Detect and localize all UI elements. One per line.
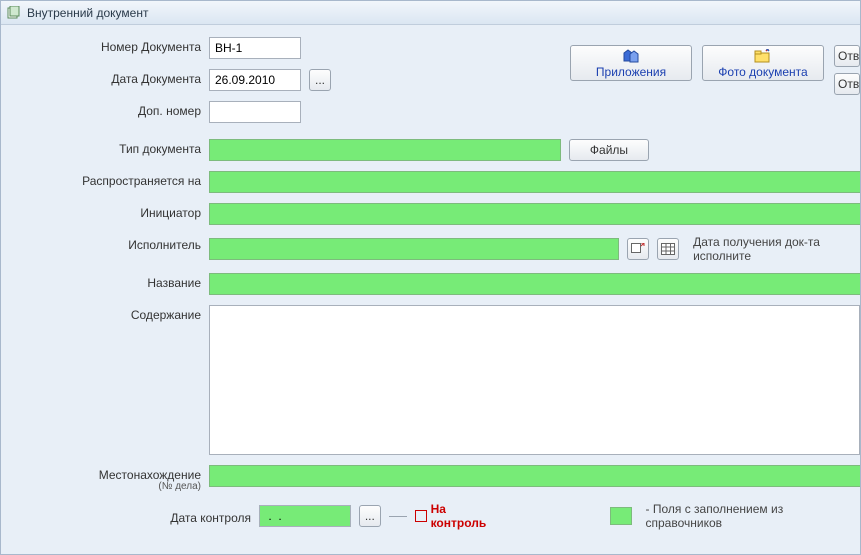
files-button[interactable]: Файлы (569, 139, 649, 161)
legend-swatch (610, 507, 632, 525)
files-label: Файлы (590, 143, 628, 157)
window-small-icon (631, 243, 645, 255)
label-doc-number: Номер Документа (1, 37, 201, 54)
photo-label: Фото документа (718, 65, 807, 79)
window-icon (7, 6, 21, 20)
label-executor: Исполнитель (1, 235, 201, 252)
title-field[interactable] (209, 273, 861, 295)
ellipsis-icon: ... (315, 73, 325, 87)
attachments-label: Приложения (596, 65, 666, 79)
resp-button-2[interactable]: Отве (834, 73, 860, 95)
resp-label-2: Отве (838, 77, 860, 91)
cut-buttons-column: Отве Отве (834, 45, 860, 95)
dop-number-input[interactable] (209, 101, 301, 123)
ellipsis-icon: ... (365, 509, 375, 523)
doc-type-field[interactable] (209, 139, 561, 161)
executor-grid-button[interactable] (657, 238, 679, 260)
label-control-date: Дата контроля (1, 508, 251, 525)
label-location-text: Местонахождение (99, 468, 201, 482)
label-content: Содержание (1, 305, 201, 322)
control-date-input[interactable] (259, 505, 351, 527)
applies-to-field[interactable] (209, 171, 861, 193)
photo-icon (754, 48, 772, 64)
window-title: Внутренний документ (27, 6, 148, 20)
executor-popup-button[interactable] (627, 238, 649, 260)
label-initiator: Инициатор (1, 203, 201, 220)
doc-date-picker-button[interactable]: ... (309, 69, 331, 91)
label-doc-date: Дата Документа (1, 69, 201, 86)
executor-field[interactable] (209, 238, 619, 260)
label-location: Местонахождение (№ дела) (1, 465, 201, 492)
window: Внутренний документ Приложения Фото доку… (0, 0, 861, 555)
legend-text: - Поля с заполнением из справочников (646, 502, 861, 530)
attachments-icon (622, 48, 640, 64)
label-location-sub: (№ дела) (1, 481, 201, 492)
on-control-checkbox[interactable]: На контроль (415, 502, 504, 530)
form-content: Приложения Фото документа Отве Отве Номе… (1, 25, 860, 530)
grid-icon (661, 243, 675, 255)
checkbox-icon (415, 510, 427, 522)
label-title: Название (1, 273, 201, 290)
label-applies-to: Распространяется на (1, 171, 201, 188)
label-doc-type: Тип документа (1, 139, 201, 156)
titlebar: Внутренний документ (1, 1, 860, 25)
label-dop-number: Доп. номер (1, 101, 201, 118)
connector-line (389, 516, 407, 517)
resp-button-1[interactable]: Отве (834, 45, 860, 67)
attachments-button[interactable]: Приложения (570, 45, 692, 81)
location-field[interactable] (209, 465, 861, 487)
doc-number-input[interactable] (209, 37, 301, 59)
on-control-label: На контроль (431, 502, 504, 530)
top-right-buttons: Приложения Фото документа Отве Отве (570, 45, 860, 95)
photo-button[interactable]: Фото документа (702, 45, 824, 81)
control-date-picker-button[interactable]: ... (359, 505, 381, 527)
content-textarea[interactable] (209, 305, 860, 455)
doc-date-input[interactable] (209, 69, 301, 91)
initiator-field[interactable] (209, 203, 861, 225)
label-executor-date: Дата получения док-та исполните (693, 235, 860, 263)
resp-label-1: Отве (838, 49, 860, 63)
